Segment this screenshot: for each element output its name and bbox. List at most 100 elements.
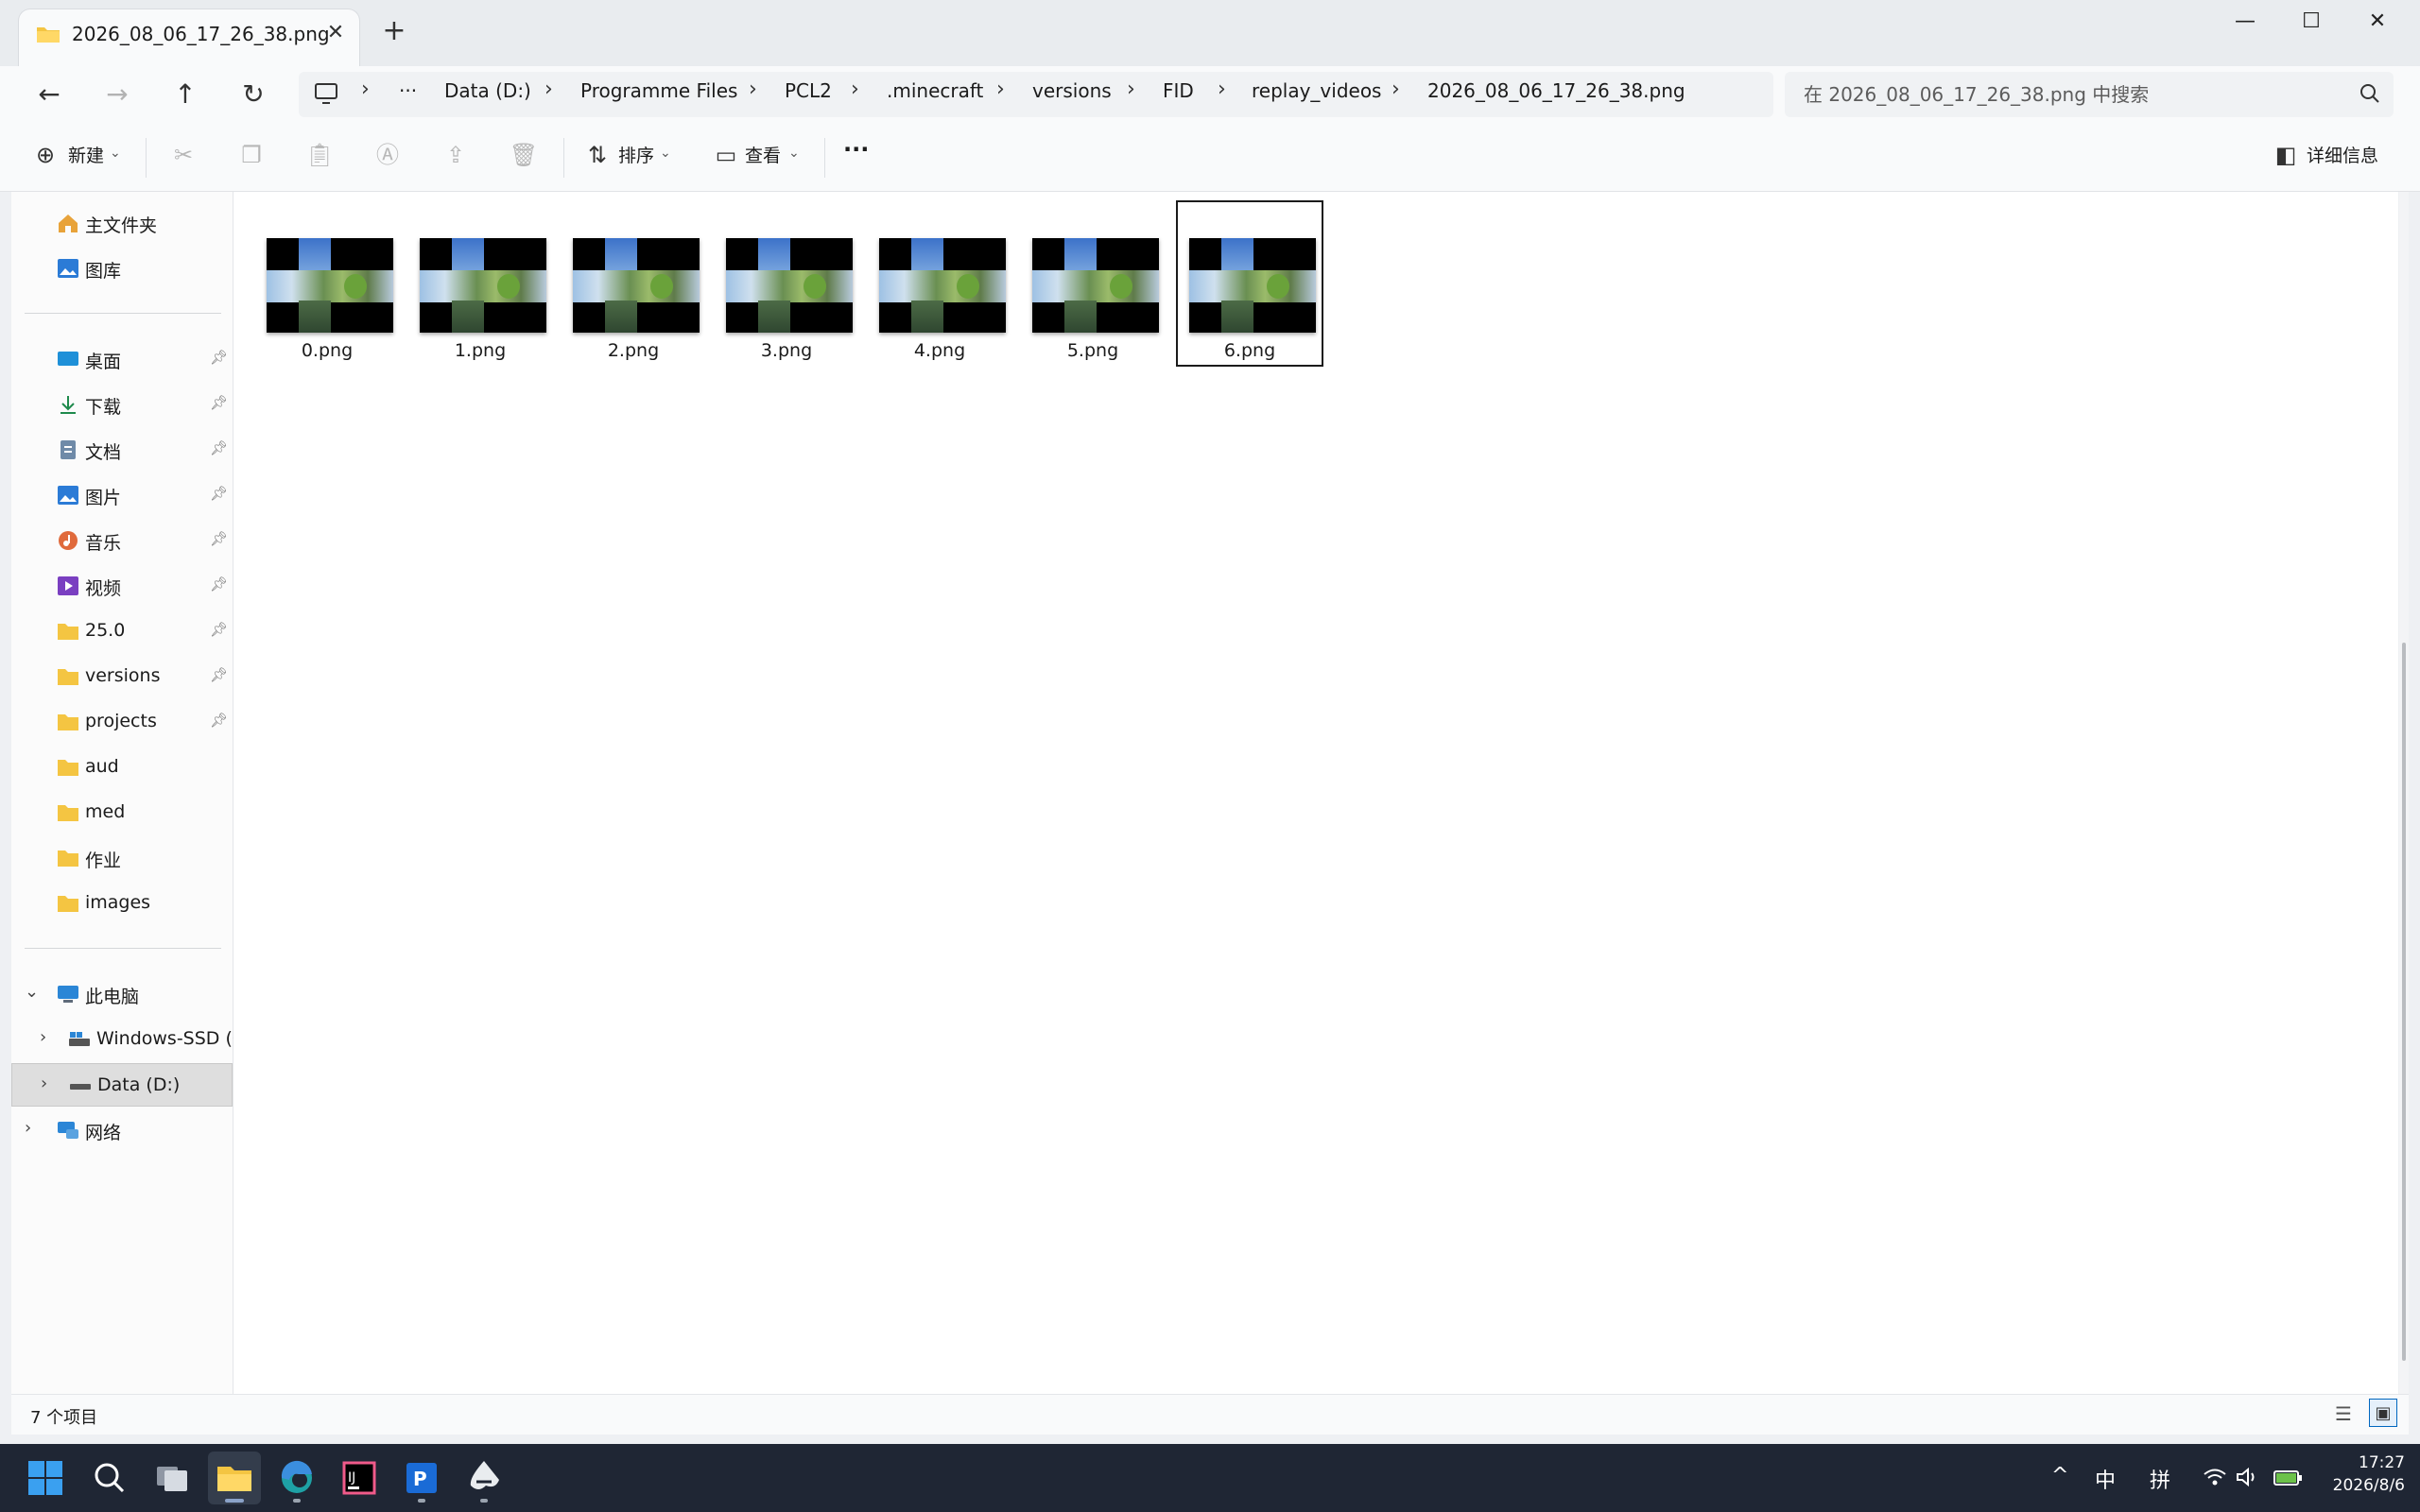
view-button[interactable]: 查看 [745, 142, 781, 167]
sidebar-item-projects[interactable]: projects 📌︎ [11, 700, 233, 744]
sidebar-item-drive-d[interactable]: › Data (D:) [11, 1063, 233, 1107]
file-item-selected[interactable]: 6.png [1176, 200, 1323, 367]
sidebar-item-gallery[interactable]: 图库 [11, 247, 233, 290]
sort-button[interactable]: 排序 [618, 142, 654, 167]
file-name: 3.png [760, 340, 813, 361]
new-tab-button[interactable]: + [378, 15, 410, 47]
sidebar-item-aud[interactable]: aud [11, 746, 233, 789]
clock-time[interactable]: 17:27 [2307, 1453, 2405, 1472]
breadcrumb-pcl2[interactable]: PCL2 [785, 79, 832, 102]
sidebar-item-folder-25[interactable]: 25.0 📌︎ [11, 610, 233, 653]
thumbnail-view-icon[interactable]: ▣ [2369, 1399, 2397, 1427]
start-icon[interactable] [19, 1452, 72, 1504]
file-item[interactable]: 4.png [866, 200, 1013, 367]
file-item[interactable]: 1.png [406, 200, 554, 367]
file-item[interactable]: 3.png [713, 200, 860, 367]
gallery-icon [58, 259, 78, 278]
sidebar-item-network[interactable]: › 网络 [11, 1108, 233, 1152]
details-button[interactable]: 详细信息 [2307, 142, 2378, 167]
sidebar-item-label: aud [85, 756, 119, 777]
sort-icon: ⇅ [587, 142, 608, 168]
sidebar-item-homework[interactable]: 作业 [11, 836, 233, 880]
sidebar-item-pictures[interactable]: 图片 📌︎ [11, 473, 233, 517]
breadcrumb-replay-videos[interactable]: replay_videos [1252, 79, 1381, 102]
sidebar-item-label: Data (D:) [97, 1074, 181, 1095]
minimize-button[interactable]: — [2212, 0, 2278, 43]
chevron-right-icon[interactable]: › [40, 1027, 46, 1047]
back-button[interactable]: ← [28, 74, 70, 115]
wifi-icon[interactable] [2203, 1466, 2227, 1488]
file-list-view[interactable] [233, 192, 2398, 1394]
list-view-icon[interactable]: ☰ [2335, 1402, 2352, 1425]
tray-overflow-chevron[interactable]: ^ [2051, 1464, 2068, 1487]
more-options-button[interactable]: ··· [843, 136, 869, 163]
breadcrumb-programme-files[interactable]: Programme Files [580, 79, 737, 102]
copy-icon[interactable]: ❐ [236, 140, 267, 170]
task-view-icon[interactable] [146, 1452, 199, 1504]
edge-icon[interactable] [270, 1452, 323, 1504]
breadcrumb-versions[interactable]: versions [1032, 79, 1112, 102]
sidebar-item-home[interactable]: 主文件夹 [11, 201, 233, 245]
scrollbar-thumb[interactable] [2402, 643, 2406, 1361]
sidebar-item-this-pc[interactable]: ⌄ 此电脑 [11, 972, 233, 1016]
up-button[interactable]: ↑ [164, 74, 206, 115]
image-thumbnail [573, 238, 700, 333]
breadcrumb-minecraft[interactable]: .minecraft [887, 79, 983, 102]
window-close-button[interactable]: ✕ [2344, 0, 2411, 43]
forward-button[interactable]: → [96, 74, 138, 115]
pin-icon[interactable]: 📌︎ [210, 621, 228, 638]
paste-icon[interactable]: 📋︎ [304, 140, 335, 170]
chevron-down-icon[interactable]: ⌄ [25, 982, 39, 1002]
ime-mode-indicator[interactable]: 中 [2095, 1464, 2116, 1494]
sidebar-item-music[interactable]: 音乐 📌︎ [11, 519, 233, 562]
sidebar-item-videos[interactable]: 视频 📌︎ [11, 564, 233, 608]
pin-icon[interactable]: 📌︎ [210, 439, 228, 456]
cut-icon[interactable]: ✂ [168, 140, 199, 170]
new-button[interactable]: 新建 [68, 142, 104, 167]
sidebar-item-documents[interactable]: 文档 📌︎ [11, 428, 233, 472]
image-thumbnail [1189, 238, 1316, 333]
intellij-icon[interactable]: IJ [333, 1452, 386, 1504]
pin-icon[interactable]: 📌︎ [210, 576, 228, 593]
sidebar-item-images[interactable]: images [11, 882, 233, 925]
share-icon[interactable]: ⇪ [441, 140, 471, 170]
chevron-right-icon[interactable]: › [41, 1074, 47, 1093]
pin-icon[interactable]: 📌︎ [210, 666, 228, 683]
sidebar-item-downloads[interactable]: 下载 📌︎ [11, 383, 233, 426]
clock-date[interactable]: 2026/8/6 [2307, 1476, 2405, 1495]
sidebar-item-desktop[interactable]: 桌面 📌︎ [11, 337, 233, 381]
pin-icon[interactable]: 📌︎ [210, 530, 228, 547]
details-pane-icon: ◧ [2274, 142, 2297, 168]
inkscape-icon[interactable] [458, 1452, 510, 1504]
breadcrumb-overflow[interactable]: ··· [399, 79, 417, 102]
file-item[interactable]: 5.png [1019, 200, 1167, 367]
search-icon[interactable] [83, 1452, 136, 1504]
sidebar-item-med[interactable]: med [11, 791, 233, 834]
search-icon[interactable] [2356, 79, 2384, 108]
maximize-button[interactable]: ☐ [2278, 0, 2344, 43]
pin-icon[interactable]: 📌︎ [210, 712, 228, 729]
sidebar-item-versions[interactable]: versions 📌︎ [11, 655, 233, 698]
delete-icon[interactable]: 🗑︎ [509, 140, 539, 170]
pycharm-icon[interactable]: P [395, 1452, 448, 1504]
tab-close-icon[interactable]: ✕ [321, 19, 350, 47]
rename-icon[interactable]: Ⓐ [372, 140, 403, 170]
breadcrumb-data-d[interactable]: Data (D:) [444, 79, 531, 102]
volume-icon[interactable] [2235, 1466, 2259, 1488]
breadcrumb-fid[interactable]: FID [1163, 79, 1194, 102]
file-item[interactable]: 2.png [560, 200, 707, 367]
svg-text:IJ: IJ [348, 1470, 355, 1486]
file-explorer-icon[interactable] [208, 1452, 261, 1504]
battery-icon[interactable] [2273, 1464, 2303, 1490]
chevron-right-icon[interactable]: › [25, 1118, 31, 1138]
breadcrumb-current-folder[interactable]: 2026_08_06_17_26_38.png [1427, 79, 1685, 102]
computer-icon[interactable] [312, 79, 340, 108]
ime-pinyin-indicator[interactable]: 拼 [2150, 1464, 2170, 1494]
pin-icon[interactable]: 📌︎ [210, 349, 228, 366]
refresh-button[interactable]: ↻ [233, 74, 274, 115]
pin-icon[interactable]: 📌︎ [210, 485, 228, 502]
pin-icon[interactable]: 📌︎ [210, 394, 228, 411]
tab-active[interactable]: 2026_08_06_17_26_38.png ✕ [19, 9, 359, 66]
file-item[interactable]: 0.png [253, 200, 401, 367]
sidebar-item-drive-c[interactable]: › Windows-SSD (C [11, 1018, 245, 1061]
